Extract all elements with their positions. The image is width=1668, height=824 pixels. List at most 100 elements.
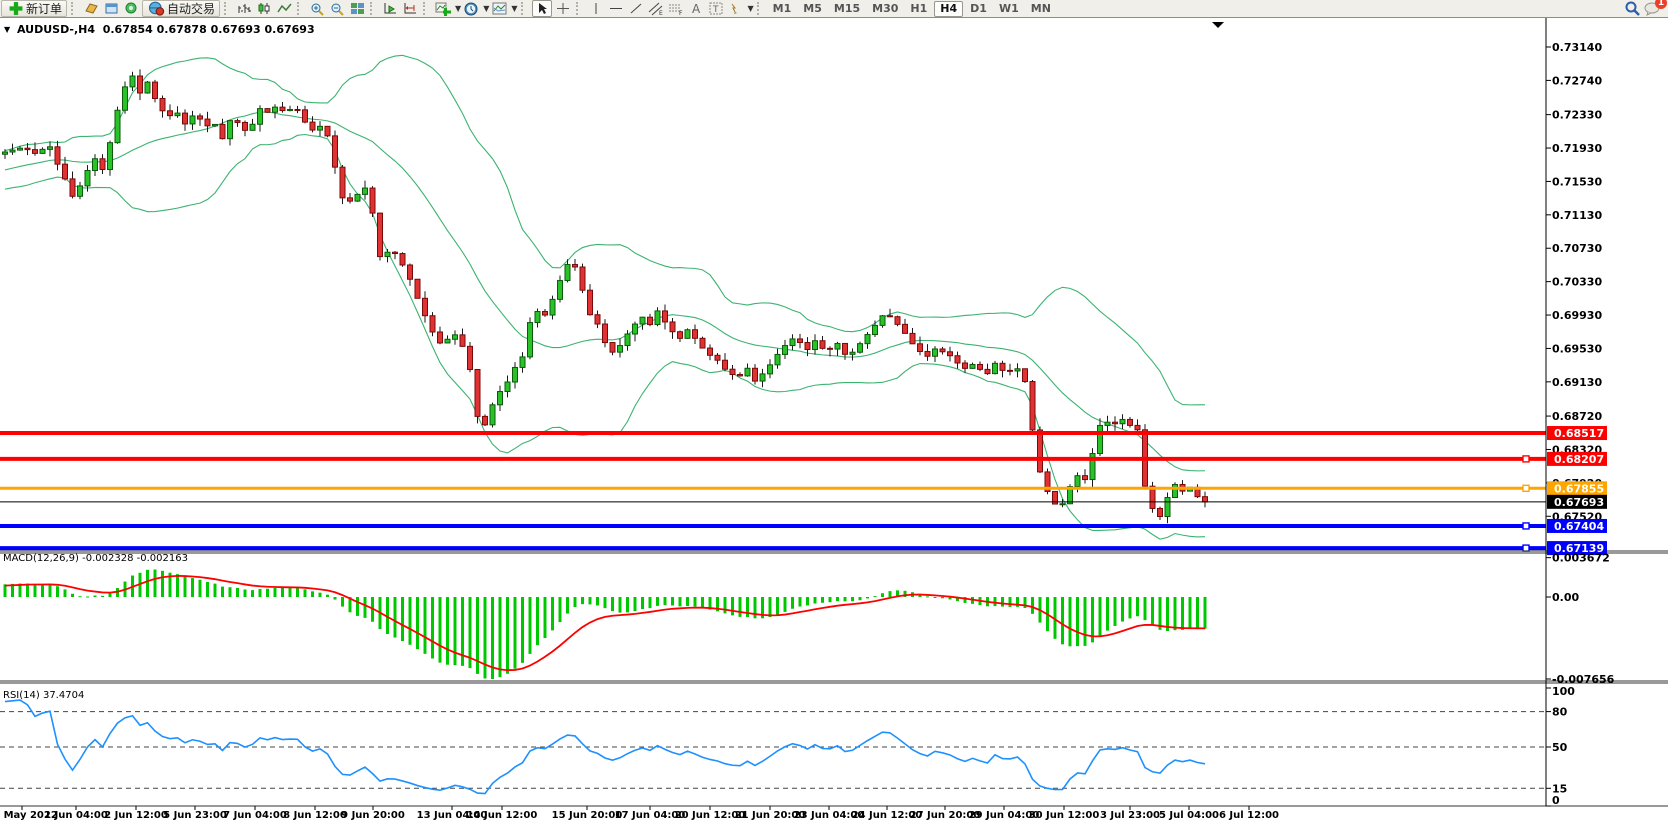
svg-text:7 Jun 04:00: 7 Jun 04:00 — [223, 810, 287, 821]
svg-text:5 Jul 04:00: 5 Jul 04:00 — [1159, 810, 1219, 821]
svg-text:9 Jun 20:00: 9 Jun 20:00 — [341, 810, 405, 821]
chart-ohlc-values: 0.67854 0.67878 0.67693 0.67693 — [103, 23, 315, 36]
chart-canvas[interactable]: 0.731400.727400.723300.719300.715300.711… — [0, 0, 1668, 824]
bar-chart-mode-icon[interactable] — [235, 1, 253, 16]
svg-text:0.72740: 0.72740 — [1552, 74, 1602, 87]
autotrading-icon — [148, 1, 166, 16]
svg-text:3 Jul 23:00: 3 Jul 23:00 — [1100, 810, 1160, 821]
chart-symbol-period: AUDUSD-,H4 — [17, 23, 95, 36]
svg-text:14 Jun 12:00: 14 Jun 12:00 — [467, 810, 538, 821]
timeframe-w1-button[interactable]: W1 — [994, 2, 1024, 16]
svg-text:0.69530: 0.69530 — [1552, 342, 1602, 355]
svg-text:0.71930: 0.71930 — [1552, 142, 1602, 155]
svg-text:5 Jun 23:00: 5 Jun 23:00 — [163, 810, 227, 821]
svg-text:50: 50 — [1552, 741, 1568, 754]
arrows-dropdown-caret[interactable]: ▼ — [748, 4, 754, 13]
svg-text:30 Jun 12:00: 30 Jun 12:00 — [1029, 810, 1100, 821]
svg-text:0.70330: 0.70330 — [1552, 276, 1602, 289]
periods-dropdown-caret[interactable]: ▼ — [483, 4, 489, 13]
timeframe-m1-button[interactable]: M1 — [768, 2, 797, 16]
line-endpoint-marker[interactable] — [1523, 485, 1529, 491]
search-icon[interactable] — [1623, 1, 1641, 16]
new-order-button[interactable]: 新订单 — [1, 0, 67, 17]
new-order-icon — [7, 1, 25, 16]
svg-text:80: 80 — [1552, 706, 1568, 719]
arrows-tool-icon[interactable] — [727, 1, 745, 16]
svg-text:0.00: 0.00 — [1552, 591, 1579, 604]
line-endpoint-marker[interactable] — [1523, 545, 1529, 551]
svg-text:0.70730: 0.70730 — [1552, 242, 1602, 255]
chart-shift-icon[interactable] — [401, 1, 419, 16]
svg-text:8 Jun 12:00: 8 Jun 12:00 — [283, 810, 347, 821]
price-label-0.67693: 0.67693 — [1554, 496, 1604, 509]
timeframe-d1-button[interactable]: D1 — [965, 2, 992, 16]
templates-dropdown-caret[interactable]: ▼ — [511, 4, 517, 13]
timeframe-m15-button[interactable]: M15 — [829, 2, 865, 16]
timeframe-mn-button[interactable]: MN — [1026, 2, 1056, 16]
candlestick-mode-icon[interactable] — [255, 1, 273, 16]
mt4-window: 新订单 自动交易 ▼ ▼ ▼ E F — [0, 0, 1668, 824]
price-axis[interactable]: 0.731400.727400.723300.719300.715300.711… — [1546, 41, 1602, 523]
toolbar-separator — [297, 2, 304, 15]
horizontal-line-tool-icon[interactable] — [607, 1, 625, 16]
toolbar-separator — [576, 2, 583, 15]
svg-text:F: F — [679, 10, 683, 16]
svg-text:6 Jul 12:00: 6 Jul 12:00 — [1219, 810, 1279, 821]
svg-text:15 Jun 20:00: 15 Jun 20:00 — [552, 810, 623, 821]
timeframe-h1-button[interactable]: H1 — [905, 2, 932, 16]
chart-collapse-icon[interactable]: ▼ — [4, 25, 10, 34]
svg-text:0.71530: 0.71530 — [1552, 175, 1602, 188]
svg-text:0.72330: 0.72330 — [1552, 109, 1602, 122]
periods-clock-icon[interactable] — [462, 1, 480, 16]
line-endpoint-marker[interactable] — [1523, 456, 1529, 462]
new-order-label: 新订单 — [26, 0, 62, 17]
autotrading-button[interactable]: 自动交易 — [142, 0, 220, 17]
chart-profiles-icon[interactable] — [82, 1, 100, 16]
signals-icon[interactable] — [122, 1, 140, 16]
indicators-dropdown-caret[interactable]: ▼ — [455, 4, 461, 13]
crosshair-tool-icon[interactable] — [554, 1, 572, 16]
toolbar-separator — [224, 2, 231, 15]
toolbar-separator — [71, 2, 78, 15]
fibonacci-tool-icon[interactable]: F — [667, 1, 685, 16]
timeframe-m5-button[interactable]: M5 — [798, 2, 827, 16]
price-label-0.67404: 0.67404 — [1554, 520, 1604, 533]
svg-text:0.003672: 0.003672 — [1552, 552, 1610, 565]
auto-scroll-icon[interactable] — [381, 1, 399, 16]
notifications-chat-icon[interactable]: 1 — [1643, 1, 1661, 16]
indicators-icon[interactable] — [434, 1, 452, 16]
notification-count-badge: 1 — [1655, 0, 1667, 9]
svg-text:T: T — [712, 5, 719, 15]
text-label-tool-icon[interactable]: T — [707, 1, 725, 16]
market-watch-icon[interactable] — [102, 1, 120, 16]
svg-text:0.68720: 0.68720 — [1552, 410, 1602, 423]
equidistant-channel-tool-icon[interactable]: E — [647, 1, 665, 16]
chart-title[interactable]: ▼ AUDUSD-,H4 0.67854 0.67878 0.67693 0.6… — [4, 23, 315, 36]
zoom-out-icon[interactable] — [328, 1, 346, 16]
price-label-0.67855: 0.67855 — [1554, 482, 1604, 495]
text-tool-icon[interactable]: A — [687, 1, 705, 16]
svg-text:0.73140: 0.73140 — [1552, 41, 1602, 54]
toolbar: 新订单 自动交易 ▼ ▼ ▼ E F — [0, 0, 1668, 18]
tile-windows-icon[interactable] — [348, 1, 366, 16]
line-chart-mode-icon[interactable] — [275, 1, 293, 16]
line-endpoint-marker[interactable] — [1523, 523, 1529, 529]
svg-text:0.69930: 0.69930 — [1552, 309, 1602, 322]
toolbar-separator — [521, 2, 528, 15]
timeframe-m30-button[interactable]: M30 — [867, 2, 903, 16]
trendline-tool-icon[interactable] — [627, 1, 645, 16]
svg-text:2 Jun 12:00: 2 Jun 12:00 — [104, 810, 168, 821]
timeframe-h4-button[interactable]: H4 — [934, 1, 963, 17]
chart-background — [0, 17, 1668, 824]
toolbar-separator — [757, 2, 764, 15]
price-label-0.68517: 0.68517 — [1554, 427, 1604, 440]
vertical-line-tool-icon[interactable] — [587, 1, 605, 16]
svg-text:A: A — [692, 2, 701, 15]
rsi-indicator-label: RSI(14) 37.4704 — [3, 690, 84, 701]
toolbar-separator — [423, 2, 430, 15]
cursor-tool-icon[interactable] — [532, 0, 552, 17]
templates-icon[interactable] — [490, 1, 508, 16]
svg-text:E: E — [659, 10, 663, 16]
zoom-in-icon[interactable] — [308, 1, 326, 16]
svg-text:0: 0 — [1552, 794, 1560, 807]
